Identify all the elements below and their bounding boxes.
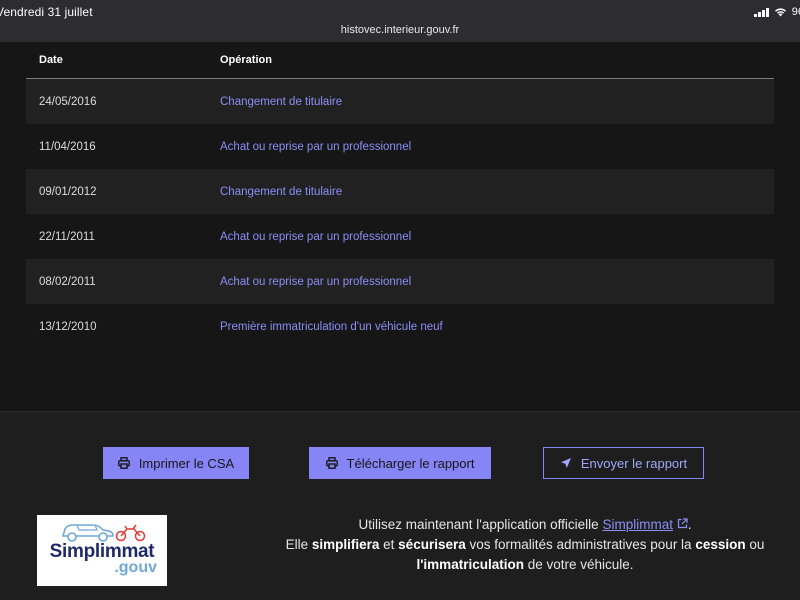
row-operation: Changement de titulaire	[220, 95, 343, 108]
promo-text: Utilisez maintenant l'application offici…	[358, 517, 603, 532]
status-indicators: 96	[754, 6, 800, 18]
promo-line-1: Utilisez maintenant l'application offici…	[205, 515, 800, 535]
row-date: 11/04/2016	[39, 140, 96, 153]
browser-chrome: Vendredi 31 juillet 96 histovec.interieu…	[0, 0, 800, 42]
row-date: 24/05/2016	[39, 95, 97, 108]
cellular-signal-icon	[754, 7, 769, 17]
send-report-label: Envoyer le rapport	[580, 455, 688, 471]
table-row: 08/02/2011 Achat ou reprise par un profe…	[26, 259, 774, 304]
header-operation: Opération	[220, 54, 272, 66]
url-bar[interactable]: histovec.interieur.gouv.fr	[0, 24, 800, 36]
printer-icon	[117, 457, 130, 469]
promo-text: .	[687, 517, 692, 532]
table-header: Date Opération	[26, 42, 774, 79]
promo-bold: l'immatriculation	[416, 557, 524, 572]
promo-text: et	[379, 537, 399, 552]
row-operation: Achat ou reprise par un professionnel	[220, 275, 412, 288]
promo-line-2: Elle simplifiera et sécurisera vos forma…	[205, 535, 800, 555]
send-report-button[interactable]: Envoyer le rapport	[543, 447, 704, 479]
row-date: 08/02/2011	[39, 275, 96, 288]
promo-text: Elle	[285, 537, 312, 552]
row-operation: Première immatriculation d'un véhicule n…	[220, 320, 443, 333]
row-operation: Achat ou reprise par un professionnel	[220, 140, 412, 153]
table-row: 09/01/2012 Changement de titulaire	[26, 169, 774, 214]
promo-bold: simplifiera	[311, 537, 380, 552]
table-row: 11/04/2016 Achat ou reprise par un profe…	[26, 124, 774, 169]
print-csa-button[interactable]: Imprimer le CSA	[103, 447, 249, 479]
row-operation: Achat ou reprise par un professionnel	[220, 230, 412, 243]
header-date: Date	[39, 54, 63, 66]
promo-text: ou	[745, 537, 765, 552]
download-report-label: Télécharger le rapport	[346, 455, 475, 471]
report-footer: Imprimer le CSA Télécharger le rapport E…	[0, 412, 800, 600]
printer-icon	[325, 457, 338, 469]
promo-bold: cession	[695, 537, 746, 552]
row-date: 22/11/2011	[39, 230, 95, 243]
simplimmat-promo-text: Utilisez maintenant l'application offici…	[205, 515, 800, 575]
send-arrow-icon	[560, 458, 571, 468]
simplimmat-link[interactable]: Simplimmat	[602, 517, 673, 532]
print-csa-label: Imprimer le CSA	[138, 455, 235, 471]
wifi-icon	[774, 8, 786, 17]
promo-bold: sécurisera	[398, 537, 466, 552]
download-report-button[interactable]: Télécharger le rapport	[309, 447, 491, 479]
table-row: 13/12/2010 Première immatriculation d'un…	[26, 304, 774, 349]
promo-text: de votre véhicule.	[523, 557, 634, 572]
promo-text: vos formalités administratives pour la	[465, 537, 696, 552]
table-row: 22/11/2011 Achat ou reprise par un profe…	[26, 214, 774, 259]
status-time: Vendredi 31 juillet	[0, 5, 93, 19]
logo-gouv: .gouv	[114, 559, 157, 576]
battery-level: 96	[791, 6, 800, 18]
history-table: Date Opération 24/05/2016 Changement de …	[26, 42, 774, 349]
simplimmat-logo[interactable]: Simplimmat .gouv	[37, 515, 167, 586]
external-link-icon[interactable]	[677, 518, 688, 529]
history-section: Date Opération 24/05/2016 Changement de …	[0, 42, 800, 412]
promo-line-3: l'immatriculation de votre véhicule.	[205, 555, 800, 575]
table-row: 24/05/2016 Changement de titulaire	[26, 79, 774, 124]
row-date: 09/01/2012	[39, 185, 97, 198]
row-date: 13/12/2010	[39, 320, 97, 333]
row-operation: Changement de titulaire	[220, 185, 343, 198]
